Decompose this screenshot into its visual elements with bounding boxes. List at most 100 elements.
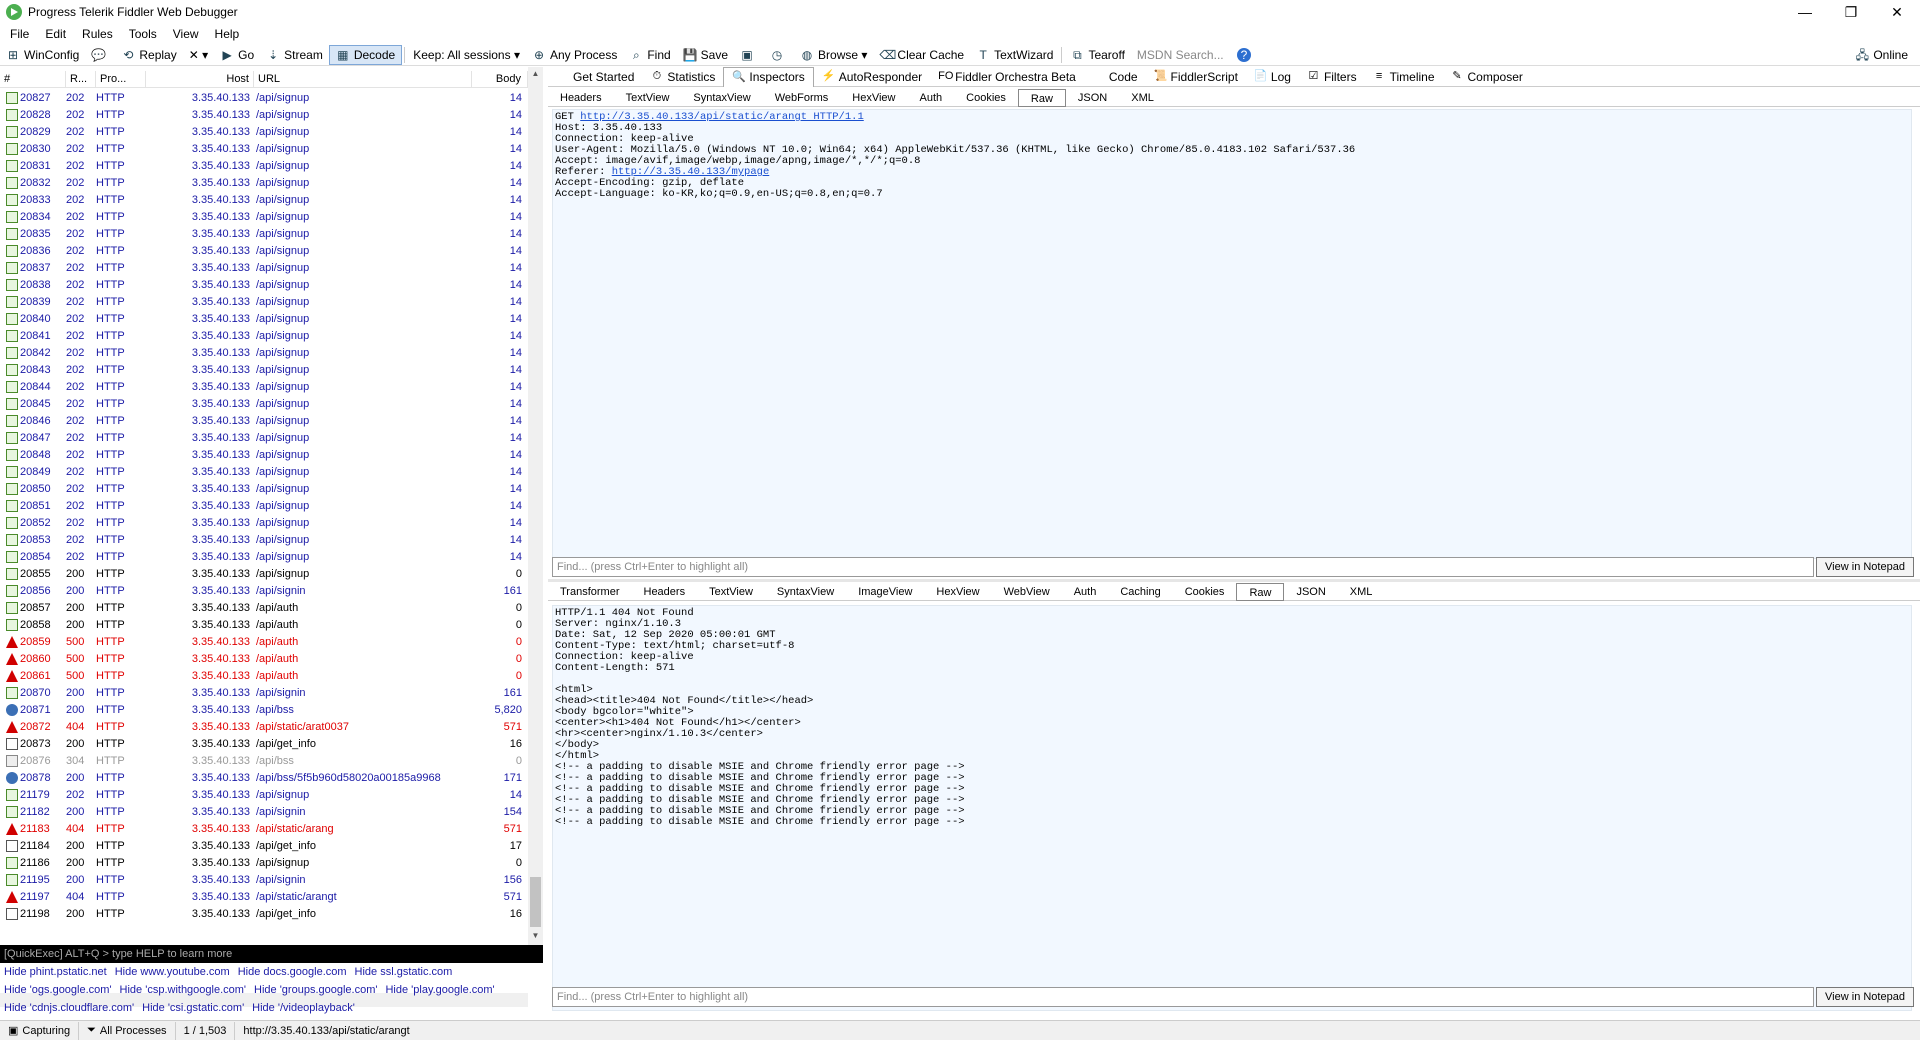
keep-sessions-dropdown[interactable]: Keep: All sessions ▾ xyxy=(407,45,526,65)
go-button[interactable]: ▶ Go xyxy=(214,45,260,65)
tab-inspectors[interactable]: 🔍 Inspectors xyxy=(723,66,814,87)
tab-filters[interactable]: ☑ Filters xyxy=(1299,67,1365,87)
session-row[interactable]: 21198 200 HTTP 3.35.40.133/api/get_info 16 xyxy=(0,905,528,922)
session-row[interactable]: 20849 202 HTTP 3.35.40.133/api/signup 14 xyxy=(0,463,528,480)
hide-rule-link[interactable]: Hide 'csp.withgoogle.com' xyxy=(120,984,246,996)
response-tab-textview[interactable]: TextView xyxy=(697,583,765,601)
tab-composer[interactable]: ✎ Composer xyxy=(1443,67,1531,87)
request-tab-cookies[interactable]: Cookies xyxy=(954,89,1018,107)
request-tab-textview[interactable]: TextView xyxy=(614,89,682,107)
quickexec-input[interactable]: [QuickExec] ALT+Q > type HELP to learn m… xyxy=(0,945,543,963)
session-row[interactable]: 20830 202 HTTP 3.35.40.133/api/signup 14 xyxy=(0,140,528,157)
menu-edit[interactable]: Edit xyxy=(37,27,74,41)
request-find-input[interactable]: Find... (press Ctrl+Enter to highlight a… xyxy=(552,557,1814,577)
session-row[interactable]: 20878 200 HTTP 3.35.40.133/api/bss/5f5b960d… xyxy=(0,769,528,786)
session-row[interactable]: 20828 202 HTTP 3.35.40.133/api/signup 14 xyxy=(0,106,528,123)
scrollbar-thumb[interactable] xyxy=(530,877,541,927)
response-find-input[interactable]: Find... (press Ctrl+Enter to highlight a… xyxy=(552,987,1814,1007)
find-button[interactable]: ⌕ Find xyxy=(623,45,676,65)
session-row[interactable]: 20876 304 HTTP 3.35.40.133/api/bss 0 xyxy=(0,752,528,769)
request-tab-raw[interactable]: Raw xyxy=(1017,88,1066,107)
session-row[interactable]: 20846 202 HTTP 3.35.40.133/api/signup 14 xyxy=(0,412,528,429)
response-tab-headers[interactable]: Headers xyxy=(632,583,698,601)
menu-rules[interactable]: Rules xyxy=(74,27,121,41)
session-row[interactable]: 20858 200 HTTP 3.35.40.133/api/auth 0 xyxy=(0,616,528,633)
tab-autoresponder[interactable]: ⚡ AutoResponder xyxy=(814,67,930,87)
session-row[interactable]: 20827 202 HTTP 3.35.40.133/api/signup 14 xyxy=(0,89,528,106)
maximize-button[interactable]: ❐ xyxy=(1828,0,1874,24)
session-row[interactable]: 20829 202 HTTP 3.35.40.133/api/signup 14 xyxy=(0,123,528,140)
close-button[interactable]: ✕ xyxy=(1874,0,1920,24)
response-tab-auth[interactable]: Auth xyxy=(1062,583,1109,601)
session-row[interactable]: 20850 202 HTTP 3.35.40.133/api/signup 14 xyxy=(0,480,528,497)
session-row[interactable]: 20832 202 HTTP 3.35.40.133/api/signup 14 xyxy=(0,174,528,191)
timer-button[interactable]: ◷ xyxy=(764,45,794,65)
save-button[interactable]: 💾 Save xyxy=(677,45,734,65)
session-list-vertical-scrollbar[interactable]: ▲ ▼ xyxy=(528,67,543,945)
session-row[interactable]: 20854 202 HTTP 3.35.40.133/api/signup 14 xyxy=(0,548,528,565)
replay-button[interactable]: ⟲ Replay xyxy=(115,45,182,65)
hide-rule-link[interactable]: Hide 'groups.google.com' xyxy=(254,984,377,996)
tab-log[interactable]: 📄 Log xyxy=(1246,67,1299,87)
scroll-down-icon[interactable]: ▼ xyxy=(528,929,543,943)
session-row[interactable]: 20853 202 HTTP 3.35.40.133/api/signup 14 xyxy=(0,531,528,548)
menu-help[interactable]: Help xyxy=(207,27,248,41)
process-filter[interactable]: ⏷ All Processes xyxy=(79,1021,176,1040)
request-tab-syntaxview[interactable]: SyntaxView xyxy=(681,89,762,107)
session-row[interactable]: 20845 202 HTTP 3.35.40.133/api/signup 14 xyxy=(0,395,528,412)
hide-rule-link[interactable]: Hide docs.google.com xyxy=(238,966,347,978)
session-row[interactable]: 20852 202 HTTP 3.35.40.133/api/signup 14 xyxy=(0,514,528,531)
session-row[interactable]: 20859 500 HTTP 3.35.40.133/api/auth 0 xyxy=(0,633,528,650)
menu-file[interactable]: File xyxy=(2,27,37,41)
response-tab-caching[interactable]: Caching xyxy=(1108,583,1172,601)
response-tab-hexview[interactable]: HexView xyxy=(924,583,991,601)
hide-rule-link[interactable]: Hide www.youtube.com xyxy=(115,966,230,978)
help-button[interactable]: ? xyxy=(1231,45,1261,65)
response-tab-cookies[interactable]: Cookies xyxy=(1173,583,1237,601)
hide-rule-link[interactable]: Hide 'cdnjs.cloudflare.com' xyxy=(4,1002,134,1014)
tab-timeline[interactable]: ≡ Timeline xyxy=(1365,67,1443,87)
session-row[interactable]: 20839 202 HTTP 3.35.40.133/api/signup 14 xyxy=(0,293,528,310)
request-tab-auth[interactable]: Auth xyxy=(908,89,955,107)
hide-rule-link[interactable]: Hide ssl.gstatic.com xyxy=(355,966,453,978)
msdn-search-input[interactable]: MSDN Search... xyxy=(1131,45,1231,65)
session-row[interactable]: 20834 202 HTTP 3.35.40.133/api/signup 14 xyxy=(0,208,528,225)
session-row[interactable]: 20838 202 HTTP 3.35.40.133/api/signup 14 xyxy=(0,276,528,293)
column-header-url[interactable]: URL xyxy=(254,71,472,87)
session-row[interactable]: 20855 200 HTTP 3.35.40.133/api/signup 0 xyxy=(0,565,528,582)
browse-button[interactable]: ◍ Browse ▾ xyxy=(794,45,873,65)
stream-button[interactable]: ⇣ Stream xyxy=(260,45,329,65)
tab-get-started[interactable]: Get Started xyxy=(548,67,642,87)
request-tab-json[interactable]: JSON xyxy=(1066,89,1119,107)
response-tab-syntaxview[interactable]: SyntaxView xyxy=(765,583,846,601)
session-row[interactable]: 20836 202 HTTP 3.35.40.133/api/signup 14 xyxy=(0,242,528,259)
session-row[interactable]: 20860 500 HTTP 3.35.40.133/api/auth 0 xyxy=(0,650,528,667)
session-row[interactable]: 20872 404 HTTP 3.35.40.133/api/static/arat0… xyxy=(0,718,528,735)
request-tab-webforms[interactable]: WebForms xyxy=(763,89,841,107)
hide-rule-link[interactable]: Hide phint.pstatic.net xyxy=(4,966,107,978)
request-view-in-notepad-button[interactable]: View in Notepad xyxy=(1816,557,1914,577)
request-tab-hexview[interactable]: HexView xyxy=(840,89,907,107)
session-row[interactable]: 20861 500 HTTP 3.35.40.133/api/auth 0 xyxy=(0,667,528,684)
session-row[interactable]: 20871 200 HTTP 3.35.40.133/api/bss 5,820 xyxy=(0,701,528,718)
online-status[interactable]: 🖧 Online xyxy=(1849,45,1914,65)
hide-rule-link[interactable]: Hide '/videoplayback' xyxy=(252,1002,355,1014)
tab-fiddler-orchestra-beta[interactable]: FO Fiddler Orchestra Beta xyxy=(930,67,1084,87)
session-row[interactable]: 21195 200 HTTP 3.35.40.133/api/signin 156 xyxy=(0,871,528,888)
session-row[interactable]: 21184 200 HTTP 3.35.40.133/api/get_info 17 xyxy=(0,837,528,854)
response-view-in-notepad-button[interactable]: View in Notepad xyxy=(1816,987,1914,1007)
any-process-button[interactable]: ⊕ Any Process xyxy=(526,45,623,65)
column-header-protocol[interactable]: Pro... xyxy=(96,71,146,87)
session-row[interactable]: 20835 202 HTTP 3.35.40.133/api/signup 14 xyxy=(0,225,528,242)
response-tab-raw[interactable]: Raw xyxy=(1236,582,1285,601)
menu-view[interactable]: View xyxy=(165,27,207,41)
session-row[interactable]: 20833 202 HTTP 3.35.40.133/api/signup 14 xyxy=(0,191,528,208)
session-row[interactable]: 20842 202 HTTP 3.35.40.133/api/signup 14 xyxy=(0,344,528,361)
session-row[interactable]: 20844 202 HTTP 3.35.40.133/api/signup 14 xyxy=(0,378,528,395)
session-row[interactable]: 20843 202 HTTP 3.35.40.133/api/signup 14 xyxy=(0,361,528,378)
hide-rule-link[interactable]: Hide 'csi.gstatic.com' xyxy=(142,1002,244,1014)
session-row[interactable]: 20851 202 HTTP 3.35.40.133/api/signup 14 xyxy=(0,497,528,514)
textwizard-button[interactable]: T TextWizard xyxy=(970,45,1059,65)
comment-button[interactable]: 💬 xyxy=(85,45,115,65)
session-row[interactable]: 20857 200 HTTP 3.35.40.133/api/auth 0 xyxy=(0,599,528,616)
